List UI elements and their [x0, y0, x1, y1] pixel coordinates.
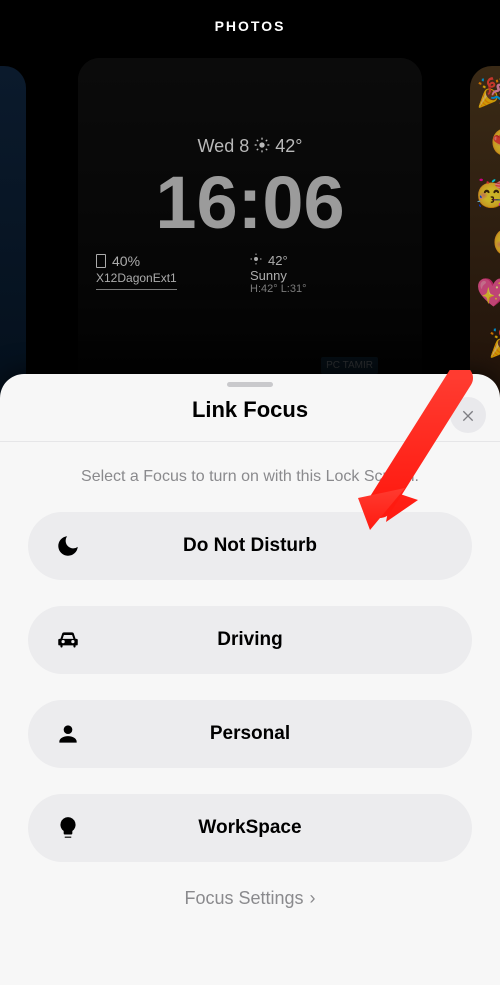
sun-small-icon: [250, 253, 262, 268]
focus-option-label: Driving: [96, 629, 472, 651]
weather-widget: 42° Sunny H:42° L:31°: [250, 253, 404, 295]
focus-option-label: Do Not Disturb: [96, 535, 472, 557]
car-icon: [40, 627, 96, 653]
focus-option-driving[interactable]: Driving: [28, 606, 472, 674]
chevron-right-icon: ›: [310, 888, 316, 908]
wallpaper-thumb-next[interactable]: 🎉 😍 🥳 😊 💖 🎉: [470, 66, 500, 408]
battery-icon: [96, 254, 106, 268]
wallpaper-thumb-prev[interactable]: [0, 66, 26, 408]
sheet-title: Link Focus: [0, 397, 500, 423]
focus-option-label: Personal: [96, 723, 472, 745]
weather-condition: Sunny: [250, 268, 404, 283]
weather-temp: 42°: [268, 253, 288, 268]
lock-date-text: Wed 8: [198, 136, 250, 156]
close-button[interactable]: [450, 397, 486, 433]
wifi-name: X12DagonExt1: [96, 271, 177, 290]
focus-option-label: WorkSpace: [96, 817, 472, 839]
lock-time: 16:06: [78, 160, 422, 245]
link-focus-sheet: Link Focus Select a Focus to turn on wit…: [0, 374, 500, 985]
lock-date-temp: 42°: [275, 136, 302, 156]
focus-settings-link[interactable]: Focus Settings ›: [0, 888, 500, 909]
battery-percent: 40%: [112, 253, 140, 269]
gallery-category-label: PHOTOS: [0, 18, 500, 34]
bulb-icon: [40, 815, 96, 841]
weather-hilo: H:42° L:31°: [250, 283, 404, 295]
battery-widget: 40% X12DagonExt1: [96, 253, 250, 295]
sheet-subtitle: Select a Focus to turn on with this Lock…: [30, 466, 470, 488]
focus-options-list: Do Not Disturb Driving Personal WorkSpac…: [0, 488, 500, 862]
close-icon: [460, 407, 476, 423]
lock-widgets: 40% X12DagonExt1 42° Sunny H:42° L:31°: [78, 253, 422, 295]
focus-option-workspace[interactable]: WorkSpace: [28, 794, 472, 862]
moon-icon: [40, 533, 96, 559]
lock-date-row: Wed 8 42°: [78, 136, 422, 158]
sun-icon: [254, 137, 270, 158]
footer-link-label: Focus Settings: [184, 888, 303, 908]
person-icon: [40, 721, 96, 747]
focus-option-personal[interactable]: Personal: [28, 700, 472, 768]
focus-option-do-not-disturb[interactable]: Do Not Disturb: [28, 512, 472, 580]
